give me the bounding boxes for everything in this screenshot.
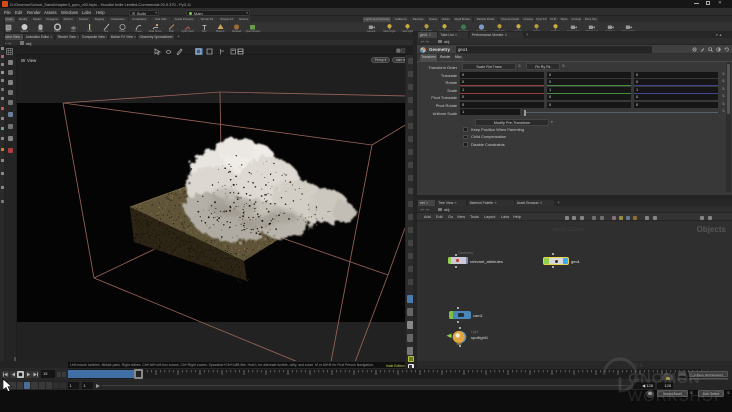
svg-text:WORKSHOP: WORKSHOP (628, 388, 725, 405)
svg-text:GNOMON: GNOMON (628, 370, 700, 387)
svg-text:THE: THE (628, 363, 645, 369)
